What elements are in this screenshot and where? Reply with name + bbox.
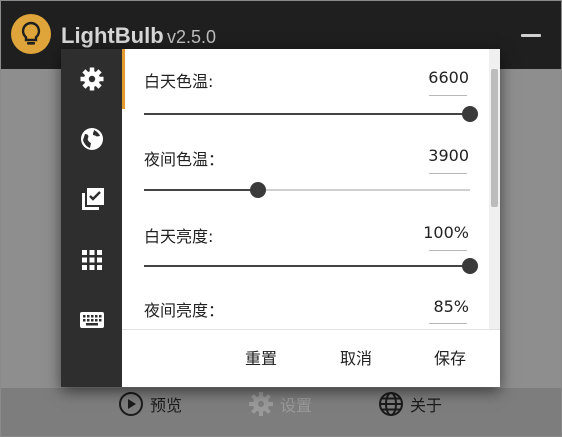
day-temperature-slider-thumb[interactable] (462, 106, 478, 122)
checklist-icon (81, 188, 104, 210)
day-brightness-slider-fill (144, 265, 470, 267)
bottom-navigation: 预览 设置 关于 (1, 388, 561, 436)
gear-icon (249, 392, 273, 416)
nav-settings-label: 设置 (280, 396, 313, 415)
night-brightness-label: 夜间亮度： (144, 301, 225, 320)
day-brightness-value[interactable]: 100% (423, 223, 469, 242)
day-brightness-label: 白天亮度: (144, 227, 214, 246)
settings-content: 白天色温: 6600 夜间色温： 3900 白天亮度: 100% 夜间亮度： 8… (125, 49, 489, 329)
night-temperature-value-underline (429, 173, 467, 174)
day-temperature-label: 白天色温: (144, 72, 214, 91)
grid-icon (81, 250, 102, 270)
save-button[interactable]: 保存 (434, 345, 466, 373)
night-temperature-slider-fill (144, 189, 259, 191)
globe-icon (379, 392, 403, 416)
dialog-divider (122, 329, 500, 330)
keyboard-icon (79, 312, 104, 328)
night-brightness-value-underline (429, 323, 467, 324)
app-version: v2.5.0 (167, 27, 217, 47)
nav-about-button[interactable]: 关于 (378, 388, 442, 420)
cancel-button[interactable]: 取消 (340, 345, 372, 373)
rail-item-location[interactable] (61, 114, 122, 164)
gear-icon (80, 67, 103, 91)
rail-item-advanced[interactable] (61, 235, 122, 285)
day-brightness-value-underline (429, 250, 467, 251)
settings-scrollbar[interactable] (489, 49, 500, 329)
night-temperature-slider-thumb[interactable] (250, 182, 267, 198)
settings-category-rail (61, 49, 122, 387)
nav-preview-button[interactable]: 预览 (118, 388, 182, 420)
night-temperature-label: 夜间色温： (144, 150, 225, 169)
night-temperature-value[interactable]: 3900 (428, 146, 469, 165)
night-brightness-value[interactable]: 85% (433, 297, 469, 316)
app-title: LightBulb (61, 23, 164, 48)
nav-preview-label: 预览 (150, 396, 183, 415)
day-brightness-slider[interactable] (144, 258, 478, 274)
day-temperature-slider-fill (144, 113, 470, 115)
rail-item-applications[interactable] (61, 175, 122, 225)
reset-button[interactable]: 重置 (245, 345, 277, 373)
rail-item-general[interactable] (61, 54, 122, 104)
settings-dialog: 白天色温: 6600 夜间色温： 3900 白天亮度: 100% 夜间亮度： 8… (61, 49, 500, 387)
day-brightness-slider-thumb[interactable] (462, 258, 478, 274)
minimize-button[interactable] (521, 34, 541, 37)
night-temperature-slider[interactable] (144, 182, 470, 198)
day-temperature-value-underline (429, 95, 467, 96)
globe-icon (80, 128, 103, 150)
nav-settings-button[interactable]: 设置 (248, 388, 312, 420)
day-temperature-value[interactable]: 6600 (428, 68, 469, 87)
play-circle-icon (119, 392, 143, 416)
lightbulb-logo-icon (11, 14, 51, 54)
day-temperature-slider[interactable] (144, 106, 478, 122)
rail-item-hotkeys[interactable] (61, 295, 122, 345)
nav-about-label: 关于 (410, 396, 443, 415)
settings-scrollbar-thumb[interactable] (491, 69, 498, 207)
